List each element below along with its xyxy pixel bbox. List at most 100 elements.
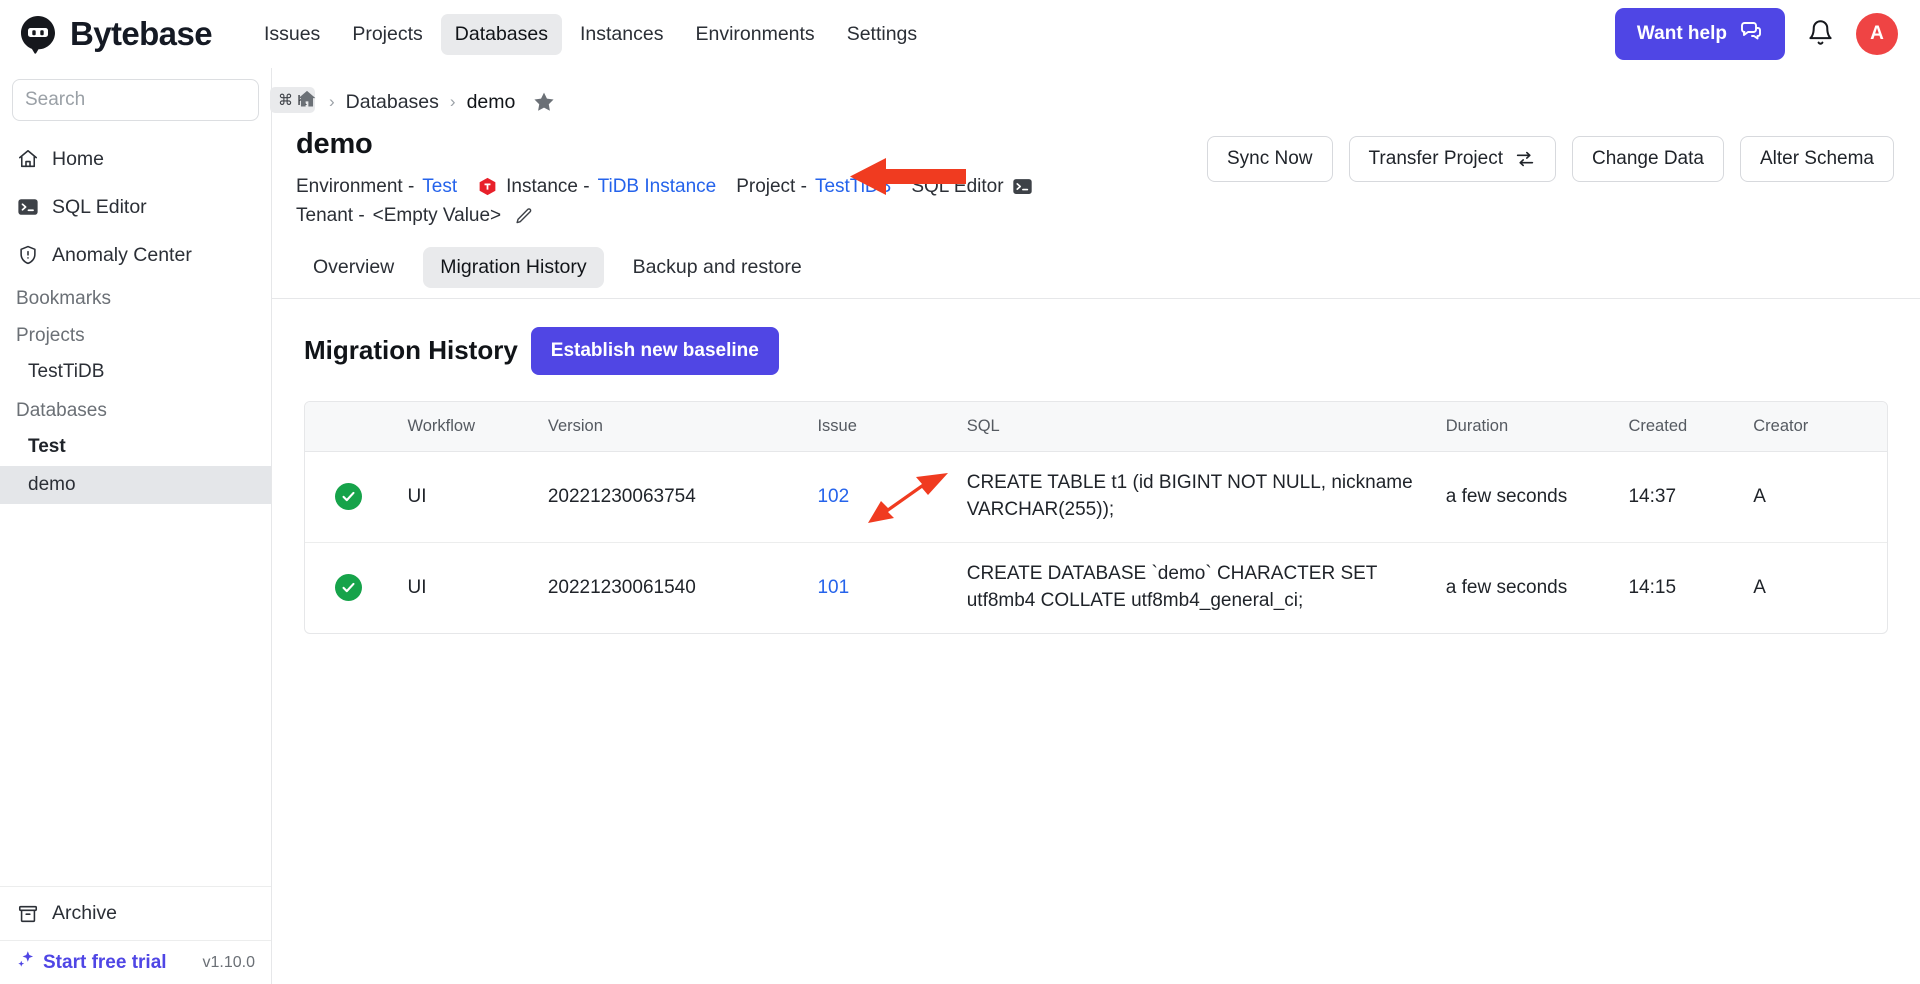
- meta-project-value[interactable]: TestTiDB: [815, 172, 891, 201]
- sidebar-section-bookmarks: Bookmarks: [16, 288, 112, 309]
- page-meta: Environment - Test Instance - TiDB Insta…: [296, 172, 1176, 231]
- sidebar-item-label: SQL Editor: [52, 195, 147, 218]
- col-header-status: [305, 401, 408, 452]
- sidebar-item-demo[interactable]: demo: [0, 466, 271, 504]
- tab-overview[interactable]: Overview: [296, 247, 411, 288]
- change-data-label: Change Data: [1591, 148, 1704, 169]
- sidebar-item-label: Anomaly Center: [52, 243, 192, 266]
- meta-environment: Environment - Test: [296, 172, 457, 201]
- sidebar-section-projects: Projects: [16, 325, 85, 346]
- migration-history-table: Workflow Version Issue SQL Duration Crea…: [305, 401, 1887, 633]
- meta-sql-editor-label: SQL Editor: [911, 176, 1004, 197]
- body-region: ⌘ K Home: [0, 68, 1920, 984]
- home-icon: [16, 148, 39, 171]
- terminal-icon: [16, 196, 39, 219]
- cell-created: 14:15: [1628, 576, 1677, 598]
- search-input[interactable]: [25, 89, 270, 111]
- sidebar-item-testtidb[interactable]: TestTiDB: [0, 353, 271, 391]
- alter-schema-button[interactable]: Alter Schema: [1739, 136, 1894, 182]
- sync-now-label: Sync Now: [1227, 148, 1313, 169]
- meta-environment-label: Environment -: [296, 176, 415, 197]
- pencil-icon[interactable]: [513, 206, 534, 227]
- meta-tenant: Tenant - <Empty Value>: [296, 201, 1176, 230]
- sidebar-item-home[interactable]: Home: [0, 135, 271, 183]
- breadcrumb: › Databases › demo: [272, 68, 1920, 195]
- home-icon[interactable]: [296, 88, 318, 116]
- sparkles-icon: [16, 949, 37, 976]
- table-row[interactable]: UI 20221230063754 102 CREATE TABLE t1 (i…: [305, 451, 1887, 543]
- brand[interactable]: Bytebase: [18, 14, 213, 54]
- col-header-creator: Creator: [1753, 401, 1887, 452]
- col-header-workflow: Workflow: [407, 401, 548, 452]
- sync-now-button[interactable]: Sync Now: [1207, 136, 1333, 182]
- tab-migration-history[interactable]: Migration History: [423, 246, 604, 288]
- sidebar: ⌘ K Home: [0, 68, 316, 984]
- check-circle-icon: [335, 483, 362, 511]
- chat-bubble-icon: [1739, 19, 1763, 49]
- nav-item-issues[interactable]: Issues: [250, 14, 334, 55]
- meta-instance-value[interactable]: TiDB Instance: [598, 172, 717, 201]
- star-icon[interactable]: [532, 90, 556, 114]
- page-header: demo Environment - Test Instance - TiDB …: [272, 128, 1920, 231]
- archive-box-icon: [16, 902, 39, 925]
- brand-name: Bytebase: [70, 15, 213, 52]
- nav-item-projects[interactable]: Projects: [338, 14, 436, 55]
- page-header-actions: Sync Now Transfer Project Change Data Al…: [1207, 128, 1894, 182]
- sidebar-item-sql-editor[interactable]: SQL Editor: [0, 183, 271, 231]
- cell-status: [305, 451, 408, 543]
- sidebar-item-archive[interactable]: Archive: [0, 886, 271, 940]
- sidebar-search-wrap: ⌘ K: [0, 68, 316, 131]
- tab-backup-and-restore[interactable]: Backup and restore: [616, 247, 819, 288]
- sidebar-item-anomaly-center[interactable]: Anomaly Center: [0, 231, 271, 279]
- sidebar-item-label: Archive: [52, 902, 118, 924]
- issue-link[interactable]: 102: [817, 486, 849, 507]
- bell-icon: [1807, 19, 1834, 49]
- terminal-icon: [1012, 176, 1033, 197]
- cell-creator: A: [1753, 451, 1887, 543]
- main-nav: Issues Projects Databases Instances Envi…: [250, 13, 931, 55]
- meta-tenant-label: Tenant -: [296, 205, 365, 227]
- issue-link[interactable]: 101: [817, 577, 849, 598]
- cell-created: 14:37: [1628, 451, 1754, 543]
- search-box[interactable]: ⌘ K: [12, 79, 316, 121]
- avatar[interactable]: A: [1856, 13, 1898, 55]
- nav-item-settings[interactable]: Settings: [833, 14, 931, 55]
- breadcrumb-separator: ›: [449, 92, 456, 111]
- cell-duration: a few seconds: [1445, 576, 1568, 598]
- meta-sql-editor-link[interactable]: SQL Editor: [911, 172, 1032, 201]
- nav-item-environments[interactable]: Environments: [681, 14, 828, 55]
- cell-workflow: UI: [407, 576, 427, 598]
- migration-history-panel: Migration History Establish new baseline…: [272, 299, 1920, 634]
- meta-project-label: Project -: [736, 176, 807, 197]
- cell-issue: 101: [817, 542, 966, 632]
- cell-workflow: UI: [407, 451, 548, 543]
- cell-duration: a few seconds: [1445, 451, 1629, 543]
- change-data-button[interactable]: Change Data: [1571, 136, 1724, 182]
- sidebar-item-test[interactable]: Test: [0, 428, 271, 466]
- transfer-project-button[interactable]: Transfer Project: [1348, 136, 1556, 182]
- cell-sql: CREATE DATABASE `demo` CHARACTER SET utf…: [966, 562, 1383, 611]
- start-free-trial-link[interactable]: Start free trial: [16, 949, 167, 976]
- topbar-right-cluster: Want help A: [1614, 8, 1898, 60]
- notification-bell-button[interactable]: [1807, 19, 1834, 49]
- nav-item-instances[interactable]: Instances: [566, 14, 677, 55]
- col-header-version: Version: [547, 401, 818, 452]
- app-root: Bytebase Issues Projects Databases Insta…: [0, 0, 1920, 984]
- transfer-project-label: Transfer Project: [1368, 148, 1503, 169]
- col-header-issue: Issue: [817, 401, 967, 452]
- establish-new-baseline-button[interactable]: Establish new baseline: [530, 326, 779, 375]
- nav-item-databases[interactable]: Databases: [440, 13, 562, 55]
- table-row[interactable]: UI 20221230061540 101 CREATE DATABASE `d…: [305, 542, 1887, 632]
- sidebar-trial-row: Start free trial v1.10.0: [0, 940, 271, 984]
- start-free-trial-label: Start free trial: [43, 951, 167, 973]
- meta-environment-value[interactable]: Test: [422, 172, 457, 201]
- version-label: v1.10.0: [202, 953, 255, 971]
- check-circle-icon: [335, 574, 362, 602]
- breadcrumb-item-databases[interactable]: Databases: [346, 91, 439, 114]
- table-head: Workflow Version Issue SQL Duration Crea…: [305, 401, 1887, 452]
- cell-creator: A: [1753, 576, 1766, 598]
- sidebar-item-label: Home: [52, 147, 105, 170]
- want-help-button[interactable]: Want help: [1614, 8, 1785, 60]
- tidb-logo-icon: [477, 176, 498, 197]
- migration-history-table-wrap: Workflow Version Issue SQL Duration Crea…: [304, 400, 1888, 634]
